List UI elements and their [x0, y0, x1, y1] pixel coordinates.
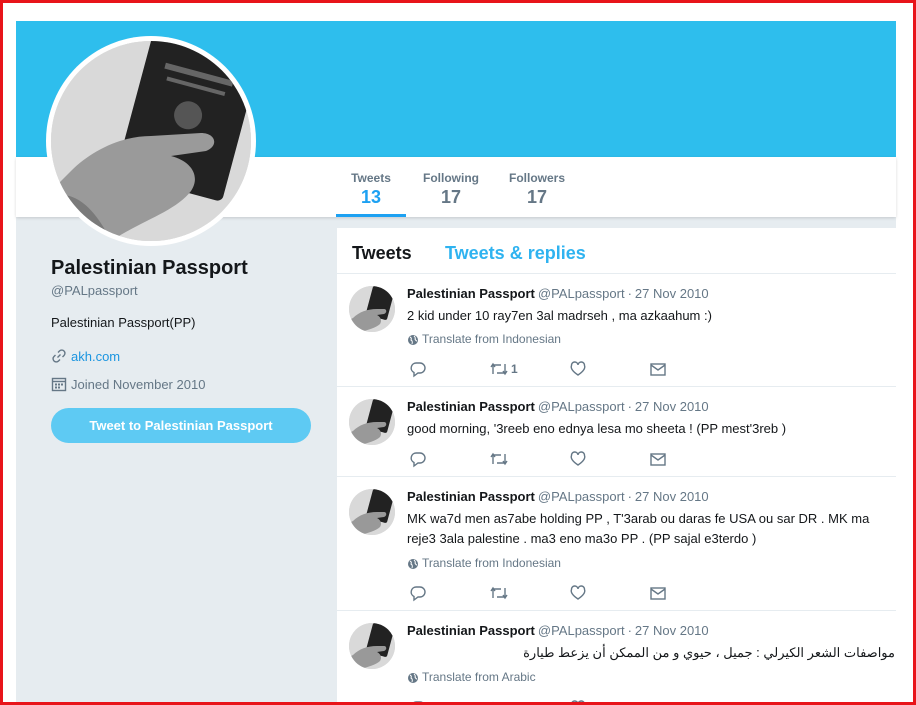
tweet-text: مواصفات الشعر الكيرلي : جميل ، حيوي و من…	[523, 645, 895, 660]
message-icon[interactable]	[649, 584, 667, 604]
tweet-date-separator: ·	[627, 623, 632, 638]
reply-icon[interactable]	[409, 584, 427, 604]
translate-link[interactable]: Translate from Indonesian	[407, 332, 561, 349]
translate-label: Translate from Indonesian	[422, 332, 561, 346]
profile-joined-row: Joined November 2010	[51, 376, 205, 395]
heart-icon[interactable]	[569, 584, 587, 604]
profile-link[interactable]: akh.com	[71, 349, 120, 364]
tweet-actions: 1	[409, 360, 709, 380]
tweet-date[interactable]: 27 Nov 2010	[635, 623, 709, 638]
profile-name[interactable]: Palestinian Passport	[51, 257, 248, 280]
tweet-date[interactable]: 27 Nov 2010	[635, 489, 709, 504]
tweet-avatar[interactable]	[349, 623, 395, 669]
nav-following[interactable]: Following 17	[416, 157, 486, 217]
translate-link[interactable]: Translate from Indonesian	[407, 556, 561, 573]
tweet-stream: Tweets Tweets & replies Palestinian Pass…	[337, 228, 896, 702]
reply-icon[interactable]	[409, 360, 427, 380]
tweet-author-handle[interactable]: @PALpassport	[538, 286, 625, 301]
tweet-avatar[interactable]	[349, 489, 395, 535]
tweet-author-handle[interactable]: @PALpassport	[538, 623, 625, 638]
tweet-avatar[interactable]	[349, 286, 395, 332]
passport-photo	[51, 41, 251, 241]
retweet-icon[interactable]: 1	[489, 360, 518, 380]
tweet-to-button[interactable]: Tweet to Palestinian Passport	[51, 408, 311, 443]
tweet-text: good morning, '3reeb eno ednya lesa mo s…	[407, 421, 787, 436]
tweet-date-separator: ·	[627, 489, 632, 504]
nav-followers-count: 17	[526, 187, 548, 207]
nav-following-count: 17	[440, 187, 462, 207]
nav-tweets-count: 13	[360, 187, 382, 207]
tweet-item[interactable]: Palestinian Passport @PALpassport · 27 Nov …	[337, 611, 896, 702]
nav-tweets[interactable]: Tweets 13	[336, 157, 406, 217]
translate-label: Translate from Indonesian	[422, 556, 561, 570]
tweet-author-name[interactable]: Palestinian Passport	[407, 286, 535, 301]
message-icon[interactable]	[649, 450, 667, 470]
message-icon[interactable]	[649, 699, 667, 702]
retweet-count: 1	[511, 362, 518, 376]
stream-tabs: Tweets Tweets & replies	[337, 228, 896, 274]
reply-icon[interactable]	[409, 699, 427, 702]
globe-icon	[407, 558, 419, 573]
profile-link-row: akh.com	[51, 348, 120, 367]
calendar-icon	[51, 376, 67, 395]
retweet-icon[interactable]	[489, 699, 509, 702]
globe-icon	[407, 334, 419, 349]
tweet-author-handle[interactable]: @PALpassport	[538, 489, 625, 504]
nav-followers[interactable]: Followers 17	[502, 157, 572, 217]
tweet-date-separator: ·	[627, 286, 632, 301]
tweet-author-name[interactable]: Palestinian Passport	[407, 399, 535, 414]
tweet-actions	[409, 450, 709, 470]
tweet-header: Palestinian Passport @PALpassport · 27 Nov …	[407, 399, 709, 414]
tweet-date[interactable]: 27 Nov 2010	[635, 286, 709, 301]
profile-joined: Joined November 2010	[71, 377, 206, 392]
tweet-actions	[409, 584, 709, 604]
profile-bio: Palestinian Passport(PP)	[51, 315, 196, 330]
tweet-author-handle[interactable]: @PALpassport	[538, 399, 625, 414]
heart-icon[interactable]	[569, 360, 587, 380]
tweet-header: Palestinian Passport @PALpassport · 27 Nov …	[407, 623, 709, 638]
tweet-item[interactable]: Palestinian Passport @PALpassport · 27 Nov …	[337, 387, 896, 477]
tweet-date-separator: ·	[627, 399, 632, 414]
tweet-header: Palestinian Passport @PALpassport · 27 Nov …	[407, 286, 709, 301]
tweet-header: Palestinian Passport @PALpassport · 27 Nov …	[407, 489, 709, 504]
tweet-actions	[409, 699, 709, 702]
tweet-text: 2 kid under 10 ray7en 3al madrseh , ma a…	[407, 308, 712, 323]
tweet-author-name[interactable]: Palestinian Passport	[407, 489, 535, 504]
tweet-date[interactable]: 27 Nov 2010	[635, 399, 709, 414]
translate-label: Translate from Arabic	[422, 670, 536, 684]
tweet-author-name[interactable]: Palestinian Passport	[407, 623, 535, 638]
heart-icon[interactable]	[569, 699, 587, 702]
profile-avatar[interactable]	[51, 41, 251, 241]
browser-frame: Tweets 13 Following 17 Followers 17 Pale…	[0, 0, 916, 705]
link-icon	[51, 348, 67, 367]
nav-following-label: Following	[423, 171, 479, 185]
retweet-icon[interactable]	[489, 450, 509, 470]
reply-icon[interactable]	[409, 450, 427, 470]
heart-icon[interactable]	[569, 450, 587, 470]
message-icon[interactable]	[649, 360, 667, 380]
tweet-item[interactable]: Palestinian Passport @PALpassport · 27 Nov …	[337, 274, 896, 387]
tab-tweets-replies[interactable]: Tweets & replies	[445, 243, 586, 264]
nav-followers-label: Followers	[508, 171, 565, 185]
translate-link[interactable]: Translate from Arabic	[407, 670, 536, 687]
tweet-avatar[interactable]	[349, 399, 395, 445]
globe-icon	[407, 672, 419, 687]
tweet-text: MK wa7d men as7abe holding PP , T'3arab …	[407, 511, 870, 546]
retweet-icon[interactable]	[489, 584, 509, 604]
tab-tweets[interactable]: Tweets	[352, 243, 412, 264]
tweet-item[interactable]: Palestinian Passport @PALpassport · 27 Nov …	[337, 477, 896, 611]
profile-handle[interactable]: @PALpassport	[51, 283, 138, 298]
nav-tweets-label: Tweets	[351, 171, 391, 185]
